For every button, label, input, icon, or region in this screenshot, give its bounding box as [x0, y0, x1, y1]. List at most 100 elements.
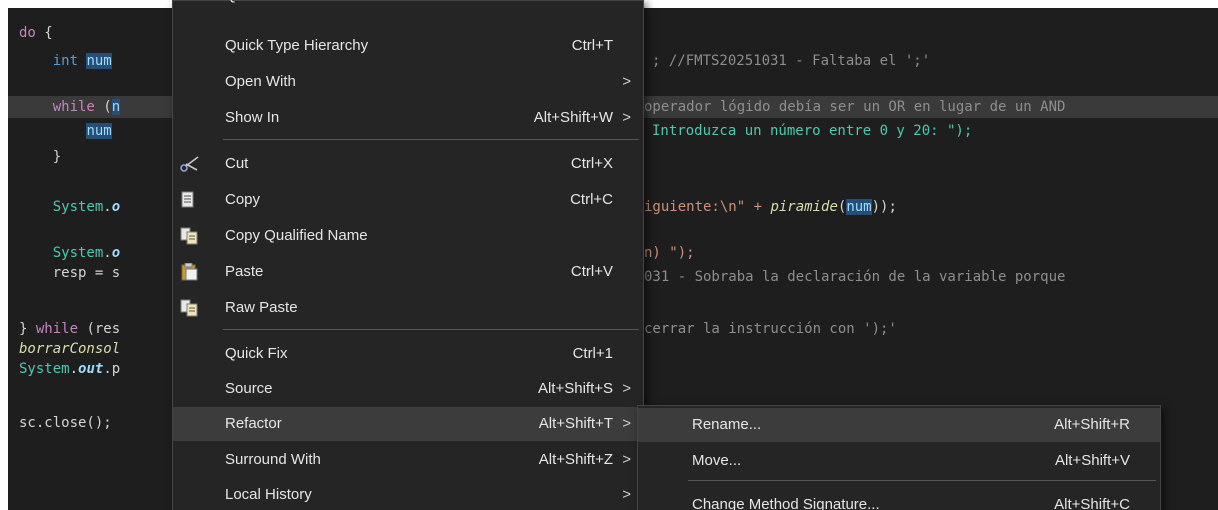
- screen: do { int num while (n num } System.o Sys…: [0, 0, 1218, 510]
- chevron-right-icon: >: [622, 486, 631, 503]
- code-line-11: System.out.p: [19, 358, 120, 380]
- variable-sc: sc: [19, 415, 36, 431]
- menu-item-quick-fix[interactable]: Quick Fix Ctrl+1: [173, 337, 643, 371]
- variable-resp: resp: [52, 265, 87, 281]
- menu-item-source[interactable]: Source Alt+Shift+S >: [173, 372, 643, 406]
- code-line-2: int num: [19, 50, 112, 72]
- code-text: = s: [86, 265, 121, 281]
- variable-num-highlight[interactable]: n: [111, 99, 121, 115]
- menu-item-surround-with[interactable]: Surround With Alt+Shift+Z >: [173, 443, 643, 477]
- code-string: n) ");: [644, 245, 695, 261]
- code-line-4: num: [19, 120, 112, 142]
- menu-item-shortcut: Ctrl+T: [571, 37, 613, 54]
- code-text: ));: [871, 199, 897, 215]
- menu-item-label: Open With: [225, 73, 296, 90]
- menu-item-quick-outline[interactable]: Quick Outline Ctrl+O: [173, 0, 643, 13]
- code-text: }: [52, 149, 62, 165]
- function-piramide: piramide: [770, 199, 838, 215]
- menu-item-shortcut: Alt+Shift+T: [538, 415, 613, 432]
- code-text: (: [94, 99, 112, 115]
- menu-item-quick-type-hierarchy[interactable]: Quick Type Hierarchy Ctrl+T: [173, 29, 643, 63]
- menu-separator: [688, 480, 1156, 481]
- code-line-9: } while (res: [19, 318, 120, 340]
- copy-icon: [181, 191, 194, 208]
- code-text: (res: [78, 321, 121, 337]
- menu-item-shortcut: Alt+Shift+C: [1054, 496, 1130, 510]
- code-line-10: borrarConsol: [19, 338, 120, 360]
- code-text: {: [35, 25, 53, 41]
- class-system: System: [19, 361, 70, 377]
- menu-item-shortcut: Ctrl+X: [570, 155, 613, 172]
- menu-item-shortcut: Ctrl+V: [570, 263, 613, 280]
- menu-item-label: Quick Outline: [225, 0, 315, 13]
- submenu-item-rename[interactable]: Rename... Alt+Shift+R: [638, 408, 1160, 442]
- scissors-icon: [180, 156, 199, 172]
- menu-item-label: Copy: [225, 191, 261, 208]
- code-text: .: [103, 199, 112, 215]
- menu-item-label: Quick Type Hierarchy: [225, 37, 369, 54]
- class-system: System: [52, 199, 104, 215]
- submenu-item-change-method-signature[interactable]: Change Method Signature... Alt+Shift+C: [638, 488, 1160, 510]
- code-line-1: do {: [19, 22, 53, 44]
- menu-item-label: Cut: [225, 155, 249, 172]
- menu-separator: [223, 329, 639, 330]
- menu-item-shortcut: Alt+Shift+Z: [538, 451, 613, 468]
- menu-item-raw-paste[interactable]: Raw Paste: [173, 291, 643, 325]
- menu-item-label: Change Method Signature...: [692, 496, 880, 510]
- refactor-submenu: Rename... Alt+Shift+R Move... Alt+Shift+…: [637, 405, 1161, 510]
- clipboard-icon: [181, 263, 198, 281]
- code-line-6: System.o: [19, 196, 120, 218]
- menu-item-refactor[interactable]: Refactor Alt+Shift+T >: [173, 407, 643, 441]
- code-line-7: System.o: [19, 242, 120, 264]
- code-line-3: while (n: [19, 96, 121, 118]
- menu-item-local-history[interactable]: Local History >: [173, 478, 643, 510]
- menu-item-show-in[interactable]: Show In Alt+Shift+W >: [173, 101, 643, 135]
- keyword-while: while: [35, 321, 79, 337]
- menu-item-label: Source: [225, 380, 273, 397]
- chevron-right-icon: >: [622, 415, 631, 432]
- menu-item-label: Surround With: [225, 451, 321, 468]
- menu-item-label: Move...: [692, 452, 742, 469]
- menu-item-shortcut: Alt+Shift+R: [1054, 416, 1130, 433]
- variable-num-highlight[interactable]: num: [846, 199, 872, 215]
- code-line-8: resp = s: [19, 262, 120, 284]
- menu-item-open-with[interactable]: Open With >: [173, 65, 643, 99]
- class-system: System: [52, 245, 104, 261]
- menu-item-shortcut: Alt+Shift+W: [533, 109, 613, 126]
- code-line-right-4: iguiente:\n" + piramide(num));: [644, 196, 897, 218]
- code-text: }: [19, 321, 36, 337]
- menu-item-shortcut: Ctrl+1: [572, 345, 613, 362]
- code-string: iguiente:\n" +: [644, 199, 771, 215]
- chevron-right-icon: >: [622, 73, 631, 90]
- submenu-item-move[interactable]: Move... Alt+Shift+V: [638, 444, 1160, 478]
- code-text: .close();: [35, 415, 112, 431]
- menu-item-shortcut: Ctrl+O: [569, 0, 613, 13]
- menu-item-copy-qualified-name[interactable]: Copy Qualified Name: [173, 219, 643, 253]
- variable-num-highlight[interactable]: num: [86, 53, 112, 69]
- raw-paste-icon: [180, 299, 198, 317]
- menu-item-copy[interactable]: Copy Ctrl+C: [173, 183, 643, 217]
- variable-num-highlight[interactable]: num: [86, 123, 112, 139]
- menu-item-label: Quick Fix: [225, 345, 288, 362]
- code-text: .: [103, 245, 112, 261]
- menu-item-shortcut: Alt+Shift+V: [1054, 452, 1130, 469]
- code-comment: ; //FMTS20251031 - Faltaba el ';': [652, 53, 931, 69]
- menu-item-label: Local History: [225, 486, 312, 503]
- chevron-right-icon: >: [622, 451, 631, 468]
- menu-item-label: Rename...: [692, 416, 762, 433]
- menu-item-label: Raw Paste: [225, 299, 298, 316]
- type-int: int: [52, 53, 79, 69]
- menu-item-cut[interactable]: Cut Ctrl+X: [173, 147, 643, 181]
- menu-item-label: Copy Qualified Name: [225, 227, 368, 244]
- code-text: .p: [103, 361, 121, 377]
- code-line-12: sc.close();: [19, 412, 112, 434]
- code-string: Introduzca un número entre 0 y 20: ");: [652, 123, 973, 139]
- menu-separator: [223, 139, 639, 140]
- code-line-5: }: [19, 146, 61, 168]
- menu-item-label: Refactor: [225, 415, 282, 432]
- code-comment: operador lógido debía ser un OR en lugar…: [644, 99, 1066, 115]
- code-text: .: [69, 361, 79, 377]
- field-out: o: [111, 199, 121, 215]
- menu-item-paste[interactable]: Paste Ctrl+V: [173, 255, 643, 289]
- field-out: o: [111, 245, 121, 261]
